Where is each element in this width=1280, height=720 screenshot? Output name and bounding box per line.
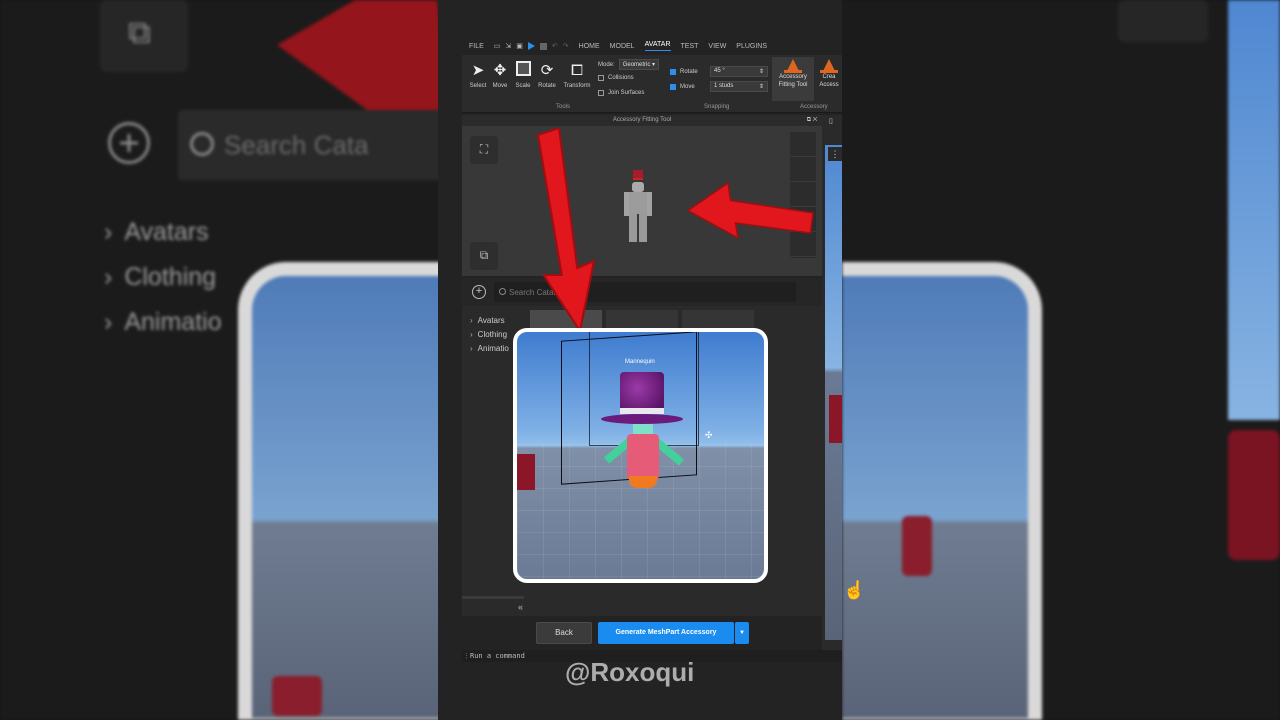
create-accessory-button[interactable]: Crea Access [816, 57, 842, 101]
bg-corner-button [1118, 0, 1208, 42]
transform-icon: ⧠ [570, 62, 583, 79]
bg-tree-clothing: Clothing [104, 263, 216, 291]
rotate-snap-input[interactable]: 45 ° ⇕ [710, 66, 768, 77]
checkbox-checked-icon [670, 68, 676, 75]
checkbox-icon [598, 75, 604, 81]
rotate-snap[interactable]: Rotate 45 ° ⇕ [670, 66, 768, 77]
save-icon[interactable]: ▣ [516, 42, 523, 50]
red-hat [829, 395, 842, 443]
select-tool[interactable]: ➤ Select [466, 61, 490, 89]
bg-external-button: ⧉ [100, 0, 188, 72]
move-tool[interactable]: ✥ Move [488, 61, 512, 89]
bg-tree-animations: Animatio [104, 308, 222, 336]
preview-popup: Mannequin ✣ [513, 328, 768, 583]
stepper-icon: ⇕ [758, 69, 764, 75]
move-snap-input[interactable]: 1 studs ⇕ [710, 81, 768, 92]
mode-select[interactable]: Geometric ▾ [618, 59, 660, 70]
tab-view[interactable]: VIEW [708, 43, 726, 50]
add-button[interactable]: + [472, 285, 486, 299]
catalog-thumb[interactable] [682, 310, 754, 330]
focus-frame-button[interactable]: ⛶ [470, 136, 498, 164]
collisions-checkbox[interactable]: Collisions [598, 75, 634, 81]
avatar-torso [627, 434, 659, 480]
wizard-hat-icon [784, 59, 802, 73]
purple-top-hat [601, 414, 683, 424]
bg-red-hat [272, 676, 322, 716]
collapse-icon[interactable]: « [518, 602, 523, 612]
tab-plugins[interactable]: PLUGINS [736, 43, 767, 50]
panel-footer: Back Generate MeshPart Accessory ▼ [462, 616, 822, 650]
frame-icon: ⛶ [479, 142, 489, 156]
generate-meshpart-accessory-button[interactable]: Generate MeshPart Accessory [598, 622, 734, 644]
tab-avatar[interactable]: AVATAR [644, 41, 671, 51]
snapping-group-label: Snapping [704, 104, 730, 110]
bg-plus-icon [108, 122, 150, 164]
move-arrows-icon: ✥ [493, 62, 507, 79]
side-tool-1[interactable] [790, 132, 816, 157]
move-snap[interactable]: Move 1 studs ⇕ [670, 81, 768, 92]
bg-tree-avatars: Avatars [104, 218, 209, 246]
checkbox-icon [598, 90, 604, 96]
undo-icon[interactable]: ↶ [552, 42, 558, 50]
accessory-group-label: Accessory [800, 104, 828, 110]
accessory-fitting-tool-button[interactable]: Accessory Fitting Tool [772, 57, 814, 101]
back-button[interactable]: Back [536, 622, 592, 644]
cursor-arrow-icon: ➤ [471, 62, 485, 79]
mode-label: Mode: [598, 61, 615, 68]
tab-model[interactable]: MODEL [610, 43, 635, 50]
red-arrow-down [536, 128, 596, 334]
panel-title-bar: Accessory Fitting Tool ⧉ ✕ [462, 115, 822, 126]
watermark: @Roxoqui [565, 657, 695, 687]
bg-preview-card-right [842, 262, 1042, 720]
tools-group-label: Tools [556, 104, 571, 110]
mannequin-label: Mannequin [625, 359, 655, 365]
bg-search-field: Search Cata [178, 110, 458, 180]
hand-cursor-icon: ☝ [843, 580, 866, 600]
checkbox-checked-icon [670, 83, 676, 90]
tab-test[interactable]: TEST [681, 43, 699, 50]
join-surfaces-checkbox[interactable]: Join Surfaces [598, 90, 644, 96]
menu-file[interactable]: FILE [469, 43, 484, 50]
undock-icon[interactable]: ⧉ [807, 117, 811, 123]
bg-red-hat-right [1228, 430, 1280, 560]
bg-preview-card-left [238, 262, 458, 720]
tree-scrollbar[interactable] [462, 596, 524, 599]
play-icon[interactable] [527, 42, 535, 50]
chevron-down-icon: ▼ [739, 630, 745, 636]
generate-dropdown-button[interactable]: ▼ [735, 622, 749, 644]
red-hat [517, 454, 535, 490]
wizard-hat-icon [820, 59, 838, 73]
stepper-icon: ⇕ [758, 84, 764, 90]
move-cursor-icon: ✣ [705, 430, 713, 440]
menu-bar: FILE ▭ ⇲ ▣ ↶ ↷ HOME MODEL AVATAR TEST VI… [462, 38, 842, 54]
ribbon-toolbar: ➤ Select ✥ Move Scale ⟳ Rotate ⧠ Transfo… [462, 55, 842, 113]
red-arrow-left [688, 182, 814, 240]
popout-button[interactable]: ⧉ [470, 242, 498, 270]
scale-tool[interactable]: Scale [511, 61, 535, 89]
adjacent-viewport-strip: ▯ ⋮ [822, 115, 842, 650]
transform-tool[interactable]: ⧠ Transform [562, 61, 592, 89]
panel-title: Accessory Fitting Tool [612, 117, 672, 123]
new-file-icon[interactable]: ▭ [494, 42, 501, 50]
external-link-icon: ⧉ [479, 248, 489, 262]
close-icon[interactable]: ✕ [813, 117, 818, 123]
stop-icon[interactable] [539, 42, 547, 50]
rotate-circle-icon: ⟳ [540, 62, 554, 79]
more-options-icon[interactable]: ⋮ [828, 147, 842, 161]
bg-right-blue-strip [1228, 0, 1280, 420]
external-link-icon: ⧉ [128, 14, 151, 50]
scale-box-icon [515, 61, 531, 76]
plus-icon: + [475, 285, 483, 297]
side-tool-2[interactable] [790, 157, 816, 182]
redo-icon[interactable]: ↷ [563, 42, 569, 50]
bg-red-hat [902, 516, 932, 576]
rotate-tool[interactable]: ⟳ Rotate [535, 61, 559, 89]
tab-home[interactable]: HOME [579, 43, 600, 50]
red-hat [633, 170, 643, 180]
document-icon[interactable]: ▯ [829, 117, 833, 125]
publish-icon[interactable]: ⇲ [505, 42, 511, 50]
